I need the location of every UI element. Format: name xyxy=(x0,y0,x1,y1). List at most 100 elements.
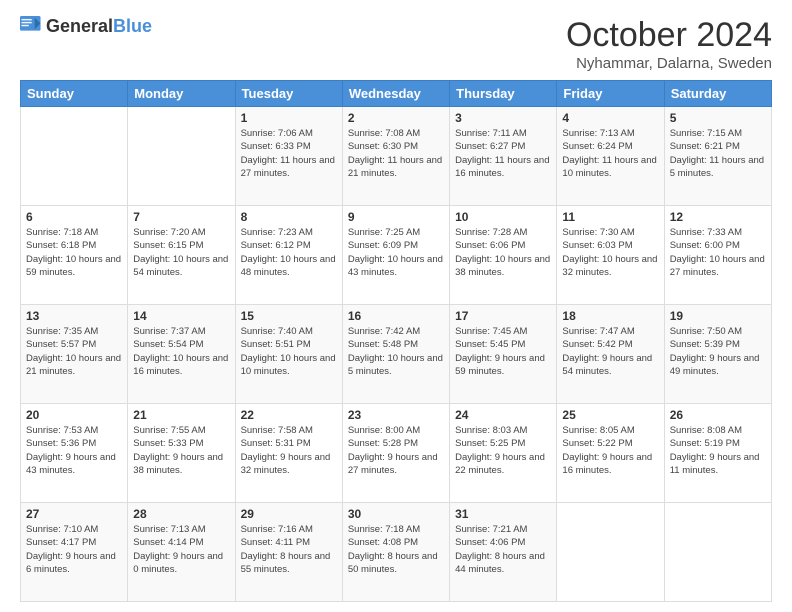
day-number: 2 xyxy=(348,111,444,125)
calendar-cell: 2 Sunrise: 7:08 AM Sunset: 6:30 PM Daylig… xyxy=(342,107,449,206)
day-number: 23 xyxy=(348,408,444,422)
day-number: 21 xyxy=(133,408,229,422)
day-number: 4 xyxy=(562,111,658,125)
day-header-wednesday: Wednesday xyxy=(342,81,449,107)
calendar-cell xyxy=(21,107,128,206)
calendar-cell: 9 Sunrise: 7:25 AM Sunset: 6:09 PM Daylig… xyxy=(342,206,449,305)
day-info: Sunrise: 7:35 AM Sunset: 5:57 PM Dayligh… xyxy=(26,325,122,378)
day-number: 15 xyxy=(241,309,337,323)
calendar-cell: 10 Sunrise: 7:28 AM Sunset: 6:06 PM Dayli… xyxy=(450,206,557,305)
logo-general: GeneralBlue xyxy=(46,17,152,37)
day-number: 6 xyxy=(26,210,122,224)
calendar-cell: 8Sunrise: 7:23 AM Sunset: 6:12 PM Daylig… xyxy=(235,206,342,305)
day-number: 25 xyxy=(562,408,658,422)
day-number: 18 xyxy=(562,309,658,323)
day-header-sunday: Sunday xyxy=(21,81,128,107)
title-section: October 2024 Nyhammar, Dalarna, Sweden xyxy=(566,16,772,72)
calendar-cell: 4 Sunrise: 7:13 AM Sunset: 6:24 PM Daylig… xyxy=(557,107,664,206)
day-number: 17 xyxy=(455,309,551,323)
day-number: 26 xyxy=(670,408,766,422)
day-number: 27 xyxy=(26,507,122,521)
day-number: 29 xyxy=(241,507,337,521)
day-number: 22 xyxy=(241,408,337,422)
calendar-cell: 29 Sunrise: 7:16 AM Sunset: 4:11 PM Dayli… xyxy=(235,503,342,602)
calendar-cell: 12 Sunrise: 7:33 AM Sunset: 6:00 PM Dayli… xyxy=(664,206,771,305)
logo-icon xyxy=(20,16,42,38)
calendar-cell: 28Sunrise: 7:13 AM Sunset: 4:14 PM Dayli… xyxy=(128,503,235,602)
calendar-table: SundayMondayTuesdayWednesdayThursdayFrid… xyxy=(20,80,772,602)
day-number: 7 xyxy=(133,210,229,224)
day-info: Sunrise: 7:55 AM Sunset: 5:33 PM Dayligh… xyxy=(133,424,229,477)
day-header-friday: Friday xyxy=(557,81,664,107)
page: GeneralBlue October 2024 Nyhammar, Dalar… xyxy=(0,0,792,612)
day-number: 9 xyxy=(348,210,444,224)
calendar-week-4: 20Sunrise: 7:53 AM Sunset: 5:36 PM Dayli… xyxy=(21,404,772,503)
day-info: Sunrise: 7:16 AM Sunset: 4:11 PM Dayligh… xyxy=(241,523,337,576)
day-info: Sunrise: 7:28 AM Sunset: 6:06 PM Dayligh… xyxy=(455,226,551,279)
day-info: Sunrise: 7:10 AM Sunset: 4:17 PM Dayligh… xyxy=(26,523,122,576)
day-info: Sunrise: 7:40 AM Sunset: 5:51 PM Dayligh… xyxy=(241,325,337,378)
day-number: 1 xyxy=(241,111,337,125)
day-info: Sunrise: 7:45 AM Sunset: 5:45 PM Dayligh… xyxy=(455,325,551,378)
day-number: 5 xyxy=(670,111,766,125)
day-number: 13 xyxy=(26,309,122,323)
calendar-week-5: 27 Sunrise: 7:10 AM Sunset: 4:17 PM Dayli… xyxy=(21,503,772,602)
calendar-cell: 16Sunrise: 7:42 AM Sunset: 5:48 PM Dayli… xyxy=(342,305,449,404)
calendar-cell: 24 Sunrise: 8:03 AM Sunset: 5:25 PM Dayli… xyxy=(450,404,557,503)
calendar-header-row: SundayMondayTuesdayWednesdayThursdayFrid… xyxy=(21,81,772,107)
day-number: 12 xyxy=(670,210,766,224)
day-number: 8 xyxy=(241,210,337,224)
calendar-cell: 11Sunrise: 7:30 AM Sunset: 6:03 PM Dayli… xyxy=(557,206,664,305)
day-info: Sunrise: 7:37 AM Sunset: 5:54 PM Dayligh… xyxy=(133,325,229,378)
calendar-week-1: 1 Sunrise: 7:06 AM Sunset: 6:33 PM Daylig… xyxy=(21,107,772,206)
calendar-cell xyxy=(557,503,664,602)
calendar-cell: 15 Sunrise: 7:40 AM Sunset: 5:51 PM Dayli… xyxy=(235,305,342,404)
calendar-cell: 14Sunrise: 7:37 AM Sunset: 5:54 PM Dayli… xyxy=(128,305,235,404)
calendar-cell: 3Sunrise: 7:11 AM Sunset: 6:27 PM Daylig… xyxy=(450,107,557,206)
month-title: October 2024 xyxy=(566,16,772,55)
day-number: 3 xyxy=(455,111,551,125)
day-info: Sunrise: 7:30 AM Sunset: 6:03 PM Dayligh… xyxy=(562,226,658,279)
calendar-cell: 13 Sunrise: 7:35 AM Sunset: 5:57 PM Dayli… xyxy=(21,305,128,404)
day-info: Sunrise: 7:25 AM Sunset: 6:09 PM Dayligh… xyxy=(348,226,444,279)
calendar-cell: 18 Sunrise: 7:47 AM Sunset: 5:42 PM Dayli… xyxy=(557,305,664,404)
day-info: Sunrise: 7:08 AM Sunset: 6:30 PM Dayligh… xyxy=(348,127,444,180)
day-info: Sunrise: 8:08 AM Sunset: 5:19 PM Dayligh… xyxy=(670,424,766,477)
day-info: Sunrise: 8:05 AM Sunset: 5:22 PM Dayligh… xyxy=(562,424,658,477)
day-number: 30 xyxy=(348,507,444,521)
day-info: Sunrise: 7:58 AM Sunset: 5:31 PM Dayligh… xyxy=(241,424,337,477)
calendar-cell xyxy=(664,503,771,602)
calendar-week-3: 13 Sunrise: 7:35 AM Sunset: 5:57 PM Dayli… xyxy=(21,305,772,404)
day-number: 24 xyxy=(455,408,551,422)
day-info: Sunrise: 7:53 AM Sunset: 5:36 PM Dayligh… xyxy=(26,424,122,477)
calendar-cell xyxy=(128,107,235,206)
calendar-cell: 20Sunrise: 7:53 AM Sunset: 5:36 PM Dayli… xyxy=(21,404,128,503)
logo: GeneralBlue xyxy=(20,16,152,38)
day-header-saturday: Saturday xyxy=(664,81,771,107)
calendar-cell: 1 Sunrise: 7:06 AM Sunset: 6:33 PM Daylig… xyxy=(235,107,342,206)
day-info: Sunrise: 8:03 AM Sunset: 5:25 PM Dayligh… xyxy=(455,424,551,477)
calendar-cell: 21 Sunrise: 7:55 AM Sunset: 5:33 PM Dayli… xyxy=(128,404,235,503)
calendar-cell: 6Sunrise: 7:18 AM Sunset: 6:18 PM Daylig… xyxy=(21,206,128,305)
day-number: 19 xyxy=(670,309,766,323)
day-info: Sunrise: 8:00 AM Sunset: 5:28 PM Dayligh… xyxy=(348,424,444,477)
day-number: 10 xyxy=(455,210,551,224)
calendar-cell: 25 Sunrise: 8:05 AM Sunset: 5:22 PM Dayli… xyxy=(557,404,664,503)
day-info: Sunrise: 7:06 AM Sunset: 6:33 PM Dayligh… xyxy=(241,127,337,180)
day-info: Sunrise: 7:13 AM Sunset: 6:24 PM Dayligh… xyxy=(562,127,658,180)
calendar-cell: 31Sunrise: 7:21 AM Sunset: 4:06 PM Dayli… xyxy=(450,503,557,602)
day-info: Sunrise: 7:21 AM Sunset: 4:06 PM Dayligh… xyxy=(455,523,551,576)
day-info: Sunrise: 7:50 AM Sunset: 5:39 PM Dayligh… xyxy=(670,325,766,378)
day-info: Sunrise: 7:33 AM Sunset: 6:00 PM Dayligh… xyxy=(670,226,766,279)
day-number: 28 xyxy=(133,507,229,521)
day-header-monday: Monday xyxy=(128,81,235,107)
location-title: Nyhammar, Dalarna, Sweden xyxy=(566,55,772,72)
day-info: Sunrise: 7:18 AM Sunset: 4:08 PM Dayligh… xyxy=(348,523,444,576)
calendar-cell: 27 Sunrise: 7:10 AM Sunset: 4:17 PM Dayli… xyxy=(21,503,128,602)
calendar-cell: 26 Sunrise: 8:08 AM Sunset: 5:19 PM Dayli… xyxy=(664,404,771,503)
calendar-cell: 7Sunrise: 7:20 AM Sunset: 6:15 PM Daylig… xyxy=(128,206,235,305)
day-header-tuesday: Tuesday xyxy=(235,81,342,107)
calendar-cell: 23 Sunrise: 8:00 AM Sunset: 5:28 PM Dayli… xyxy=(342,404,449,503)
calendar-cell: 22 Sunrise: 7:58 AM Sunset: 5:31 PM Dayli… xyxy=(235,404,342,503)
day-info: Sunrise: 7:47 AM Sunset: 5:42 PM Dayligh… xyxy=(562,325,658,378)
